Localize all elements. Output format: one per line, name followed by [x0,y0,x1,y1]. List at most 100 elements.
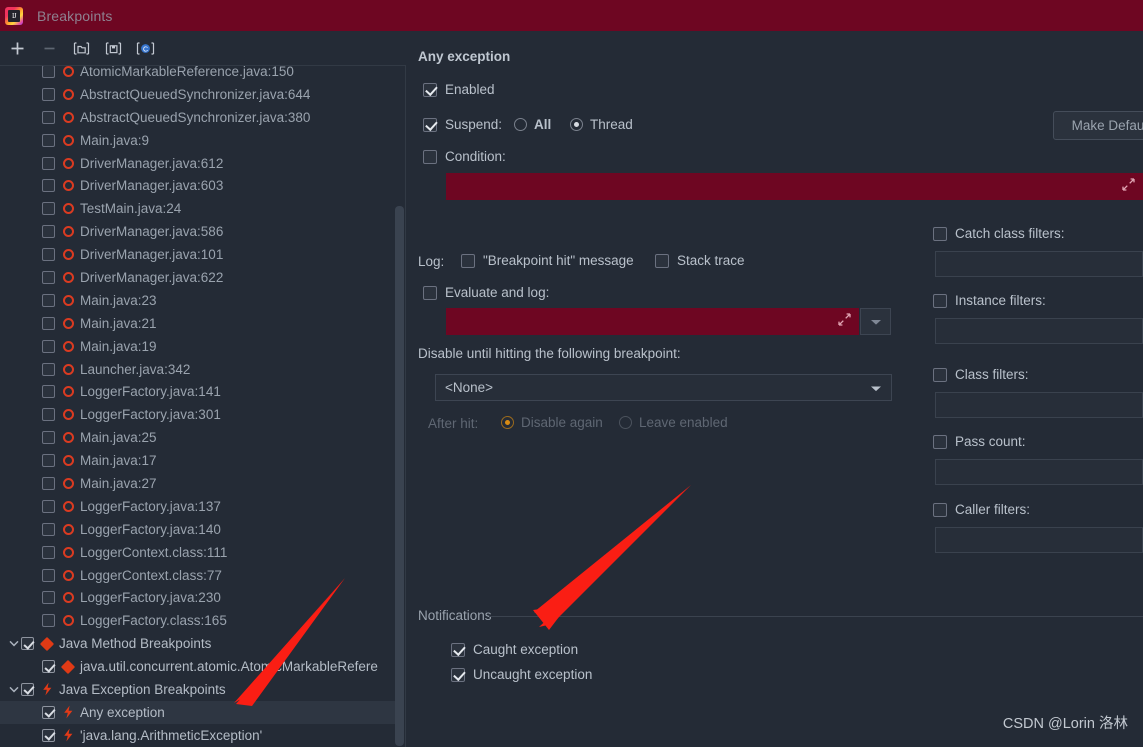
suspend-thread-radio[interactable] [570,118,583,131]
caller-filters-row[interactable]: Caller filters: [933,502,1030,517]
tree-row-checkbox[interactable] [42,431,55,445]
tree-row[interactable]: LoggerFactory.java:230 [0,586,404,609]
evaluate-and-log-input[interactable] [446,308,859,335]
suspend-all-radio[interactable] [514,118,527,131]
after-hit-leave-enabled-radio[interactable] [619,416,632,429]
log-stack-trace-checkbox[interactable] [655,253,669,268]
tree-row[interactable]: LoggerFactory.class:165 [0,609,404,632]
tree-row-checkbox[interactable] [42,660,55,674]
catch-class-filters-checkbox[interactable] [933,226,947,241]
tree-row-checkbox[interactable] [42,705,55,719]
tree-row-checkbox[interactable] [42,202,55,216]
pass-count-row[interactable]: Pass count: [933,434,1026,449]
disable-until-combobox[interactable]: <None> [435,374,892,401]
log-breakpoint-hit-row[interactable]: "Breakpoint hit" message [461,253,634,268]
enabled-checkbox-row[interactable]: Enabled [423,82,495,97]
uncaught-exception-checkbox[interactable] [451,667,465,682]
evaluate-and-log-dropdown-button[interactable] [860,308,891,335]
tree-row[interactable]: LoggerFactory.java:141 [0,380,404,403]
tree-row[interactable]: LoggerFactory.java:140 [0,518,404,541]
tree-row-checkbox[interactable] [42,133,55,147]
tree-row-checkbox[interactable] [42,339,55,353]
tree-row[interactable]: AtomicMarkableReference.java:150 [0,66,404,83]
tree-row[interactable]: AbstractQueuedSynchronizer.java:380 [0,106,404,129]
enabled-checkbox[interactable] [423,82,437,97]
tree-row-checkbox[interactable] [42,362,55,376]
tree-row[interactable]: Any exception [0,700,404,724]
tree-row[interactable]: DriverManager.java:603 [0,174,404,197]
tree-row-checkbox[interactable] [42,316,55,330]
tree-row-checkbox[interactable] [42,614,55,628]
class-filters-checkbox[interactable] [933,367,947,382]
tree-row[interactable]: java.util.concurrent.atomic.AtomicMarkab… [0,655,404,678]
catch-class-filters-row[interactable]: Catch class filters: [933,226,1065,241]
tree-row-checkbox[interactable] [42,499,55,513]
chevron-down-icon[interactable] [7,678,21,700]
after-hit-leave-enabled-row[interactable]: Leave enabled [619,415,728,430]
tree-row[interactable]: Java Exception Breakpoints [0,678,404,701]
catch-class-filters-input[interactable] [935,251,1143,277]
tree-row-checkbox[interactable] [42,248,55,262]
tree-row-checkbox[interactable] [42,293,55,307]
tree-row[interactable]: AbstractQueuedSynchronizer.java:644 [0,83,404,106]
tree-row[interactable]: TestMain.java:24 [0,197,404,220]
tree-row[interactable]: DriverManager.java:622 [0,266,404,289]
make-default-button[interactable]: Make Defau [1053,111,1143,140]
chevron-down-icon[interactable] [7,633,21,655]
tree-row-checkbox[interactable] [42,545,55,559]
tree-row[interactable]: Main.java:25 [0,426,404,449]
tree-row-checkbox[interactable] [21,682,34,696]
instance-filters-input[interactable] [935,318,1143,344]
tree-row[interactable]: DriverManager.java:586 [0,220,404,243]
tree-row[interactable]: LoggerFactory.java:301 [0,403,404,426]
tree-row-checkbox[interactable] [42,270,55,284]
tree-row-checkbox[interactable] [42,110,55,124]
uncaught-exception-row[interactable]: Uncaught exception [451,667,592,682]
tree-row-checkbox[interactable] [42,408,55,422]
evaluate-and-log-checkbox[interactable] [423,285,437,300]
pass-count-input[interactable] [935,459,1143,485]
tree-row-checkbox[interactable] [42,66,55,78]
save-to-file-icon[interactable] [103,38,124,59]
caller-filters-input[interactable] [935,527,1143,553]
add-icon[interactable] [7,38,28,59]
suspend-checkbox[interactable] [423,117,437,132]
tree-row-checkbox[interactable] [42,454,55,468]
tree-row-checkbox[interactable] [42,728,55,742]
tree-row[interactable]: Main.java:19 [0,335,404,358]
group-folder-icon[interactable] [71,38,92,59]
tree-row-checkbox[interactable] [42,522,55,536]
breakpoints-tree-scroll[interactable]: AtomicMarkableReference.java:150 Abstract… [0,65,406,747]
tree-row[interactable]: Main.java:27 [0,472,404,495]
expand-editor-icon[interactable] [838,312,851,331]
tree-row-checkbox[interactable] [42,156,55,170]
chevron-down-icon[interactable] [870,380,882,395]
tree-row[interactable]: Launcher.java:342 [0,358,404,381]
remove-icon[interactable] [39,38,60,59]
after-hit-disable-again-row[interactable]: Disable again [501,415,603,430]
instance-filters-checkbox[interactable] [933,293,947,308]
caught-exception-checkbox[interactable] [451,642,465,657]
expand-editor-icon[interactable] [1122,177,1135,196]
suspend-thread-radio-row[interactable]: Thread [570,117,633,132]
tree-row-checkbox[interactable] [42,179,55,193]
caller-filters-checkbox[interactable] [933,502,947,517]
tree-row[interactable]: LoggerContext.class:111 [0,541,404,564]
class-breakpoint-icon[interactable]: C [135,38,156,59]
tree-vertical-scrollbar[interactable] [395,206,404,746]
tree-row[interactable]: 'java.lang.ArithmeticException' [0,724,404,747]
tree-row-checkbox[interactable] [42,385,55,399]
tree-row-checkbox[interactable] [42,568,55,582]
tree-row[interactable]: DriverManager.java:612 [0,152,404,175]
instance-filters-row[interactable]: Instance filters: [933,293,1046,308]
evaluate-and-log-row[interactable]: Evaluate and log: [423,285,549,300]
class-filters-input[interactable] [935,392,1143,418]
class-filters-row[interactable]: Class filters: [933,367,1029,382]
tree-row-checkbox[interactable] [42,225,55,239]
condition-checkbox-row[interactable]: Condition: [423,149,506,164]
tree-row-checkbox[interactable] [42,476,55,490]
log-breakpoint-hit-checkbox[interactable] [461,253,475,268]
tree-row[interactable]: Main.java:17 [0,449,404,472]
tree-row[interactable]: Main.java:9 [0,129,404,152]
tree-row[interactable]: Main.java:21 [0,312,404,335]
